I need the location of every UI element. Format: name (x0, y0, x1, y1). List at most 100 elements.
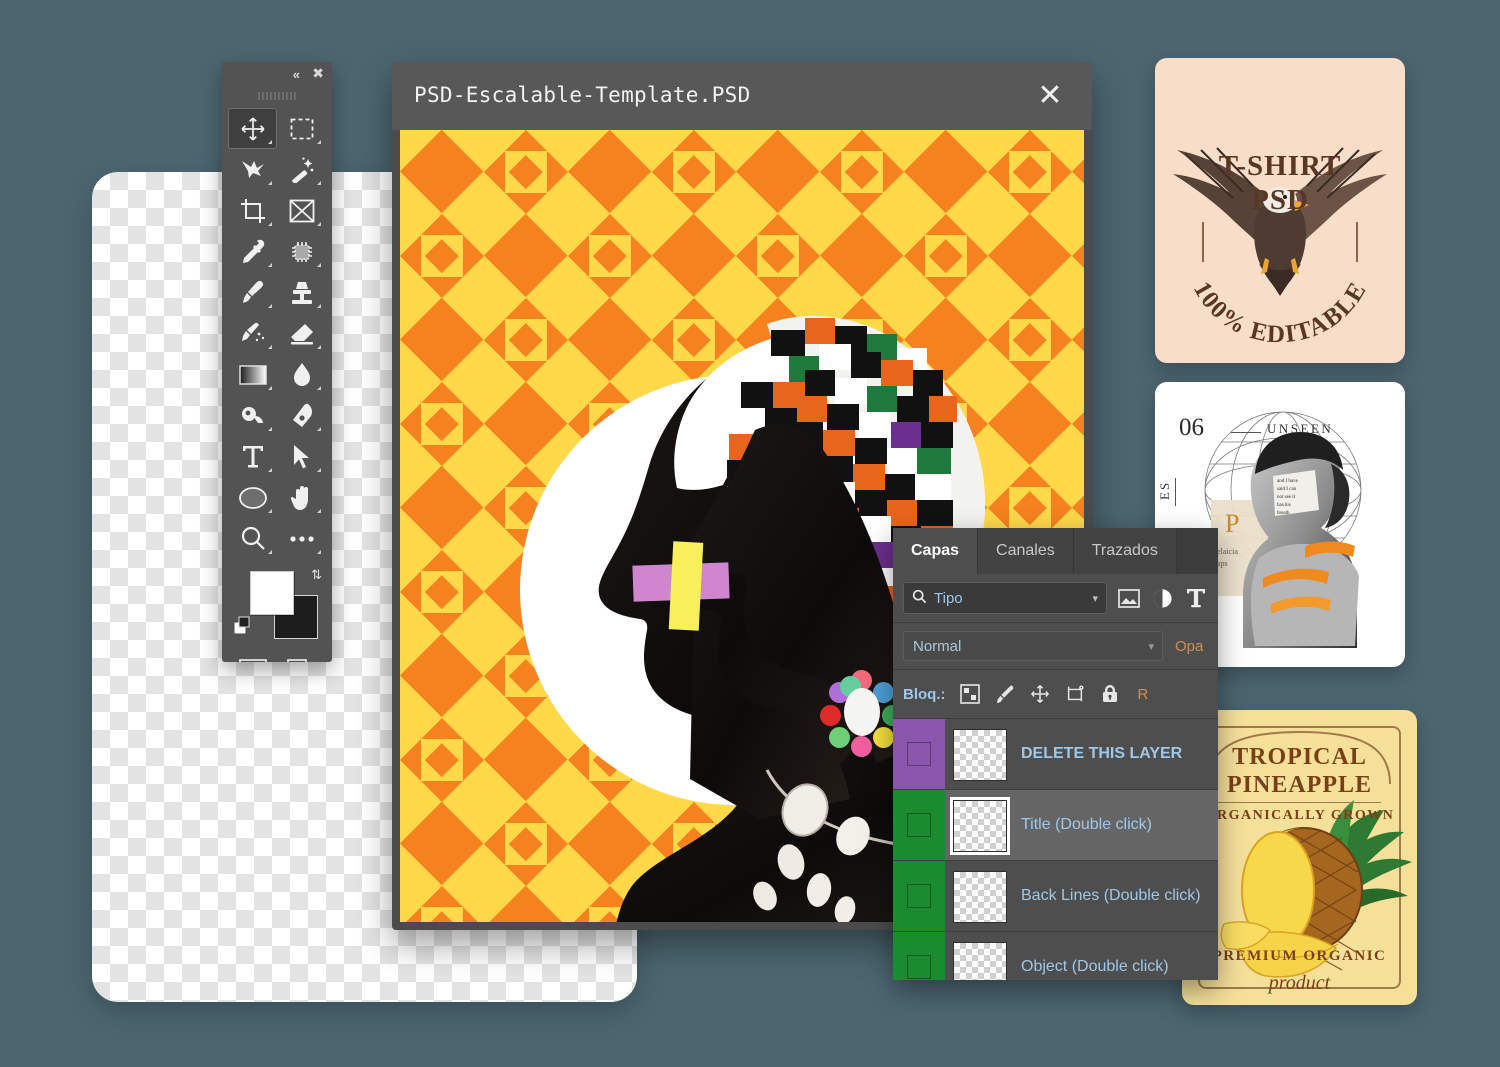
chevron-down-icon[interactable]: ▾ (1092, 592, 1098, 605)
layer-thumbnail[interactable] (953, 871, 1007, 923)
tshirt-line1: T-SHIRT (1218, 150, 1342, 182)
tool-corner-icon (268, 304, 272, 308)
move-lock-icon[interactable] (1029, 683, 1051, 705)
layer-visibility-toggle[interactable] (907, 742, 931, 766)
hand-tool[interactable] (277, 477, 326, 518)
layers-panel-tabs[interactable]: Capas Canales Trazados (893, 528, 1218, 574)
tool-corner-icon (268, 181, 272, 185)
blend-mode-row[interactable]: Normal ▾ Opa (893, 623, 1218, 670)
tool-corner-icon (268, 140, 272, 144)
screenshot-stage: « ✖ ⇅ PSD-Escalable-Template.PSD ✕ 100% … (0, 0, 1500, 1067)
search-icon (912, 589, 927, 608)
layers-panel[interactable]: Capas Canales Trazados Tipo ▾ Normal ▾ O… (893, 528, 1218, 980)
gradient-tool[interactable] (228, 354, 277, 395)
layer-thumbnail[interactable] (953, 800, 1007, 852)
close-icon[interactable]: ✕ (1032, 78, 1068, 114)
table-row[interactable]: DELETE THIS LAYER (893, 719, 1218, 790)
layer-name: DELETE THIS LAYER (1021, 745, 1183, 762)
document-titlebar[interactable]: PSD-Escalable-Template.PSD ✕ (392, 62, 1092, 130)
card-tshirt-psd[interactable]: 100% EDITABLE T-SHIRT PSD (1155, 58, 1405, 363)
tool-corner-icon (317, 263, 321, 267)
healing-brush-tool[interactable] (277, 231, 326, 272)
tool-corner-icon (268, 468, 272, 472)
blur-tool[interactable] (277, 354, 326, 395)
tool-corner-icon (268, 550, 272, 554)
layer-filter-row[interactable]: Tipo ▾ (893, 574, 1218, 623)
tool-corner-icon (268, 386, 272, 390)
screen-mode-button[interactable] (277, 653, 326, 662)
earring-dot (873, 727, 894, 748)
type-filter-icon[interactable] (1184, 584, 1208, 612)
pen-tool[interactable] (277, 395, 326, 436)
clone-stamp-tool[interactable] (277, 272, 326, 313)
marquee-tool[interactable] (277, 108, 326, 149)
crop-tool[interactable] (228, 190, 277, 231)
opacity-label: Opa (1175, 637, 1204, 655)
layer-visibility-toggle[interactable] (907, 813, 931, 837)
layer-filter-select[interactable]: Tipo ▾ (903, 582, 1107, 614)
earring-pearl (844, 688, 880, 736)
svg-text:P: P (1225, 509, 1239, 538)
eyedropper-tool[interactable] (228, 231, 277, 272)
history-brush-tool[interactable] (228, 313, 277, 354)
layer-color-swatch[interactable] (893, 932, 945, 980)
table-row[interactable]: Back Lines (Double click) (893, 861, 1218, 932)
dodge-tool[interactable] (228, 395, 277, 436)
layer-color-swatch[interactable] (893, 790, 945, 860)
lock-all-icon[interactable] (1099, 683, 1121, 705)
layer-thumbnail[interactable] (953, 729, 1007, 781)
chevron-down-icon[interactable]: ▾ (1148, 640, 1154, 653)
brush-tool[interactable] (228, 272, 277, 313)
tool-corner-icon (268, 345, 272, 349)
tool-palette-grip[interactable] (222, 88, 332, 104)
tool-corner-icon (317, 386, 321, 390)
layer-visibility-toggle[interactable] (907, 884, 931, 908)
move-tool[interactable] (228, 108, 277, 149)
zoom-tool[interactable] (228, 518, 277, 559)
table-row[interactable]: Object (Double click) (893, 932, 1218, 980)
layer-filter-value: Tipo (934, 589, 963, 607)
tab-canales[interactable]: Canales (978, 528, 1074, 574)
eraser-tool[interactable] (277, 313, 326, 354)
close-icon[interactable]: ✖ (312, 66, 324, 80)
lock-row[interactable]: Bloq.: R (893, 670, 1218, 719)
svg-text:aps: aps (1217, 559, 1228, 568)
type-tool[interactable] (228, 436, 277, 477)
tool-corner-icon (268, 263, 272, 267)
svg-text:breath: breath (1277, 511, 1290, 516)
foreground-color-swatch[interactable] (250, 571, 294, 615)
earring-dot (829, 727, 850, 748)
brush-lock-icon[interactable] (994, 683, 1016, 705)
magic-wand-tool[interactable] (277, 149, 326, 190)
layer-color-swatch[interactable] (893, 861, 945, 931)
layer-name: Title (Double click) (1021, 816, 1152, 833)
frame-tool[interactable] (277, 190, 326, 231)
layer-color-swatch[interactable] (893, 719, 945, 789)
artboard-lock-icon[interactable] (1064, 683, 1086, 705)
quick-mask-button[interactable] (228, 653, 277, 662)
shape-tool[interactable] (228, 477, 277, 518)
color-swatches[interactable]: ⇅ (222, 565, 332, 651)
tool-palette[interactable]: « ✖ ⇅ (222, 62, 332, 662)
layer-name: Object (Double click) (1021, 958, 1169, 975)
tab-capas[interactable]: Capas (893, 528, 979, 574)
default-colors-icon[interactable] (233, 616, 254, 641)
table-row[interactable]: Title (Double click) (893, 790, 1218, 861)
image-filter-icon[interactable] (1117, 584, 1141, 612)
transparency-lock-icon[interactable] (959, 683, 981, 705)
adjustment-filter-icon[interactable] (1151, 584, 1175, 612)
edit-toolbar-tool[interactable] (277, 518, 326, 559)
tool-palette-bottom (222, 651, 332, 662)
lasso-tool[interactable] (228, 149, 277, 190)
path-selection-tool[interactable] (277, 436, 326, 477)
swap-arrows-icon[interactable]: ⇅ (311, 567, 322, 583)
earring-dot (851, 736, 872, 757)
tool-corner-icon (317, 509, 321, 513)
tab-trazados[interactable]: Trazados (1073, 528, 1177, 574)
layer-thumbnail[interactable] (953, 942, 1007, 980)
pineapple-line5: product (1268, 972, 1331, 994)
layer-visibility-toggle[interactable] (907, 955, 931, 979)
blend-mode-select[interactable]: Normal ▾ (903, 631, 1163, 661)
tool-grid (222, 104, 332, 559)
double-chevron-left-icon[interactable]: « (293, 68, 300, 81)
